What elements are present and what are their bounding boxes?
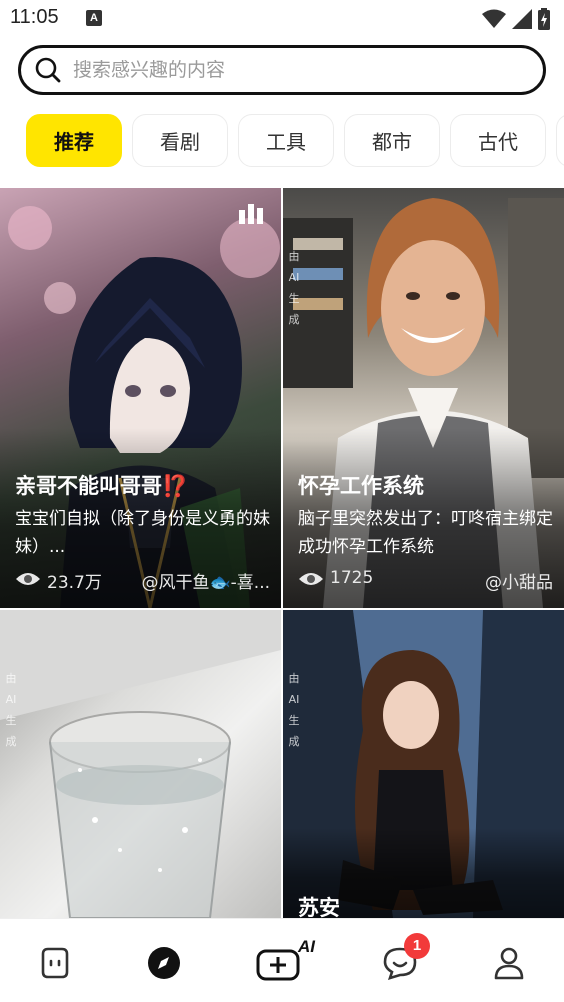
status-bar: 11:05 A xyxy=(0,0,564,38)
card-title: 怀孕工作系统 xyxy=(298,474,424,498)
ai-generated-tag: 由 AI 生成 xyxy=(5,672,17,748)
tab-drama[interactable]: 看剧 xyxy=(132,114,228,167)
notification-app-icon: A xyxy=(86,10,102,26)
tab-ancient[interactable]: 古代 xyxy=(450,114,546,167)
card-description: 宝宝们自拟（除了身份是义勇的妹妹）... xyxy=(15,509,270,557)
story-card[interactable]: 亲哥不能叫哥哥⁉️ 宝宝们自拟（除了身份是义勇的妹妹）... 23.7万 @风干… xyxy=(0,188,281,608)
status-time: 11:05 xyxy=(10,6,59,28)
search-bar[interactable] xyxy=(18,45,546,95)
home-icon xyxy=(41,947,69,979)
tab-tools[interactable]: 工具 xyxy=(238,114,334,167)
signal-icon xyxy=(512,9,532,29)
ai-generated-tag: 由 AI 生成 xyxy=(288,672,300,748)
card-title: 亲哥不能叫哥哥⁉️ xyxy=(15,474,189,498)
nav-create-ai[interactable]: AI xyxy=(254,937,324,985)
eye-icon xyxy=(16,573,40,585)
status-icons xyxy=(482,8,550,30)
wifi-icon xyxy=(482,9,506,28)
card-illustration xyxy=(0,610,281,918)
tab-more-partial[interactable] xyxy=(556,114,564,167)
discover-icon xyxy=(148,947,180,979)
nav-home[interactable] xyxy=(33,941,77,985)
story-card[interactable]: 由 AI 生成 苏安 xyxy=(283,610,564,918)
messages-badge: 1 xyxy=(404,933,430,959)
collection-icon xyxy=(239,204,263,224)
nav-discover[interactable] xyxy=(142,941,186,985)
tab-recommended[interactable]: 推荐 xyxy=(26,114,122,167)
nav-profile[interactable] xyxy=(487,941,531,985)
profile-icon xyxy=(494,947,524,980)
battery-icon xyxy=(538,8,550,30)
card-meta: 1725 @小甜品 xyxy=(298,568,553,593)
author-name[interactable]: @风干鱼🐟-喜... xyxy=(141,568,270,593)
create-ai-label: AI xyxy=(298,937,315,956)
view-count: 23.7万 xyxy=(47,573,102,593)
author-name[interactable]: @小甜品 xyxy=(485,568,553,593)
story-card[interactable]: 由 AI 生成 xyxy=(0,610,281,918)
view-count: 1725 xyxy=(330,568,374,588)
ai-generated-tag: 由 AI 生成 xyxy=(288,250,300,326)
category-tabs: 推荐 看剧 工具 都市 古代 xyxy=(26,114,564,168)
content-grid: 亲哥不能叫哥哥⁉️ 宝宝们自拟（除了身份是义勇的妹妹）... 23.7万 @风干… xyxy=(0,188,564,918)
bottom-nav: AI 1 xyxy=(0,918,564,1002)
eye-icon xyxy=(299,573,323,585)
card-meta: 23.7万 @风干鱼🐟-喜... xyxy=(15,568,270,593)
card-description: 脑子里突然发出了：叮咚宿主绑定成功怀孕工作系统 xyxy=(298,509,553,557)
story-card[interactable]: 由 AI 生成 怀孕工作系统 脑子里突然发出了：叮咚宿主绑定成功怀孕工作系统 172… xyxy=(283,188,564,608)
search-icon xyxy=(35,57,61,83)
search-input[interactable] xyxy=(73,56,523,84)
card-title: 苏安 xyxy=(298,896,340,918)
tab-urban[interactable]: 都市 xyxy=(344,114,440,167)
